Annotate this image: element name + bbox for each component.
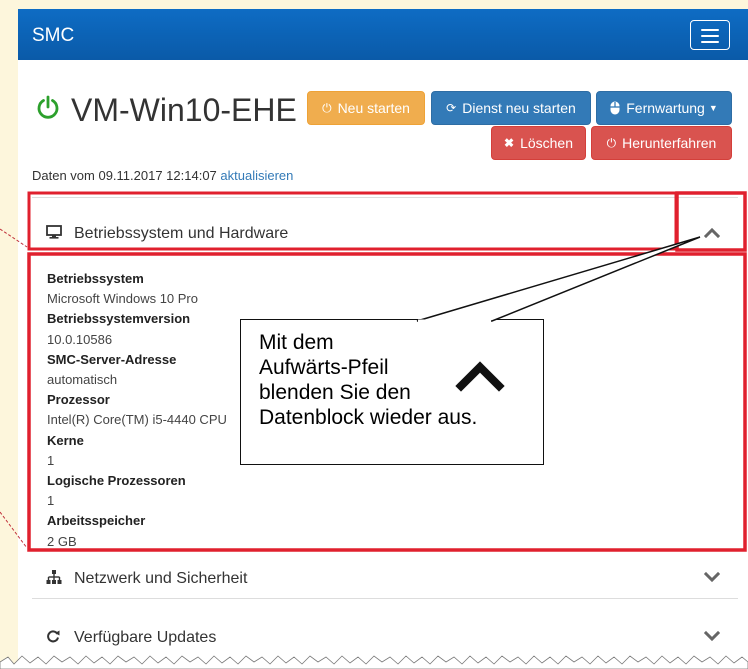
refresh-icon — [47, 630, 60, 643]
divider — [32, 197, 738, 198]
panel-title-updates: Verfügbare Updates — [74, 629, 217, 646]
mouse-icon — [610, 101, 620, 115]
field-value: 1 — [47, 493, 55, 509]
instruction-callout: Mit dem Aufwärts-Pfeil blenden Sie den D… — [240, 319, 544, 465]
navbar: SMC — [18, 9, 748, 60]
field-label: Betriebssystemversion — [47, 311, 191, 327]
field-label: Arbeitsspeicher — [47, 513, 146, 529]
restart-label: Neu starten — [337, 100, 410, 116]
delete-label: Löschen — [520, 135, 573, 151]
field-label: Logische Prozessoren — [47, 473, 186, 489]
field-value: automatisch — [47, 372, 118, 388]
smc-app-window: SMC VM-Win10-EHE ⏻ Neu starten ⟳ Dienst … — [18, 9, 748, 669]
restart-service-label: Dienst neu starten — [462, 100, 576, 116]
field-value: 10.0.10586 — [47, 331, 113, 347]
chevron-down-icon[interactable] — [704, 630, 720, 642]
monitor-icon — [46, 225, 62, 239]
field-label: Betriebssystem — [47, 271, 144, 286]
chevron-up-icon[interactable] — [704, 226, 720, 238]
caret-down-icon: ▼ — [708, 103, 718, 113]
restart-service-button[interactable]: ⟳ Dienst neu starten — [431, 91, 591, 125]
field-value: Microsoft Windows 10 Pro — [47, 291, 198, 307]
divider — [32, 598, 738, 599]
power-status-icon — [37, 95, 59, 119]
panel-header-network[interactable]: Netzwerk und Sicherheit — [32, 553, 738, 603]
refresh-icon: ⟳ — [446, 101, 457, 115]
refresh-link[interactable]: aktualisieren — [220, 168, 293, 183]
sitemap-icon — [46, 570, 62, 584]
data-timestamp: Daten vom 09.11.2017 12:14:07 aktualisie… — [32, 168, 293, 183]
menu-toggle-button[interactable] — [690, 20, 730, 50]
data-timestamp-text: Daten vom 09.11.2017 12:14:07 — [32, 168, 221, 183]
power-icon: ⏻ — [606, 135, 617, 150]
field-value: 2 GB — [47, 533, 77, 549]
callout-text: Mit dem Aufwärts-Pfeil blenden Sie den D… — [259, 331, 478, 429]
field-value: 1 — [47, 452, 55, 468]
brand-label[interactable]: SMC — [32, 25, 74, 47]
panel-header-os-hardware[interactable]: Betriebssystem und Hardware — [32, 208, 738, 258]
close-icon: ✖ — [504, 136, 515, 150]
panel-title-network: Netzwerk und Sicherheit — [74, 570, 248, 587]
os-hardware-details: Betriebssystem Microsoft Windows 10 Pro … — [47, 269, 227, 552]
delete-button[interactable]: ✖ Löschen — [491, 126, 586, 160]
chevron-down-icon[interactable] — [704, 571, 720, 583]
panel-header-updates[interactable]: Verfügbare Updates — [32, 612, 738, 662]
chevron-up-icon — [455, 361, 505, 392]
field-label: Prozessor — [47, 392, 110, 408]
remote-maintenance-dropdown[interactable]: Fernwartung ▼ — [596, 91, 732, 125]
field-label: SMC-Server-Adresse — [47, 351, 177, 367]
shutdown-button[interactable]: ⏻ Herunterfahren — [591, 126, 732, 160]
shutdown-label: Herunterfahren — [622, 135, 717, 151]
remote-maintenance-label: Fernwartung — [626, 100, 705, 116]
power-icon: ⏻ — [322, 100, 332, 115]
field-value: Intel(R) Core(TM) i5-4440 CPU — [47, 412, 227, 428]
restart-button[interactable]: ⏻ Neu starten — [307, 91, 425, 125]
field-label: Kerne — [47, 432, 84, 448]
page-title: VM-Win10-EHE — [71, 92, 297, 128]
panel-title-os-hardware: Betriebssystem und Hardware — [74, 225, 289, 242]
